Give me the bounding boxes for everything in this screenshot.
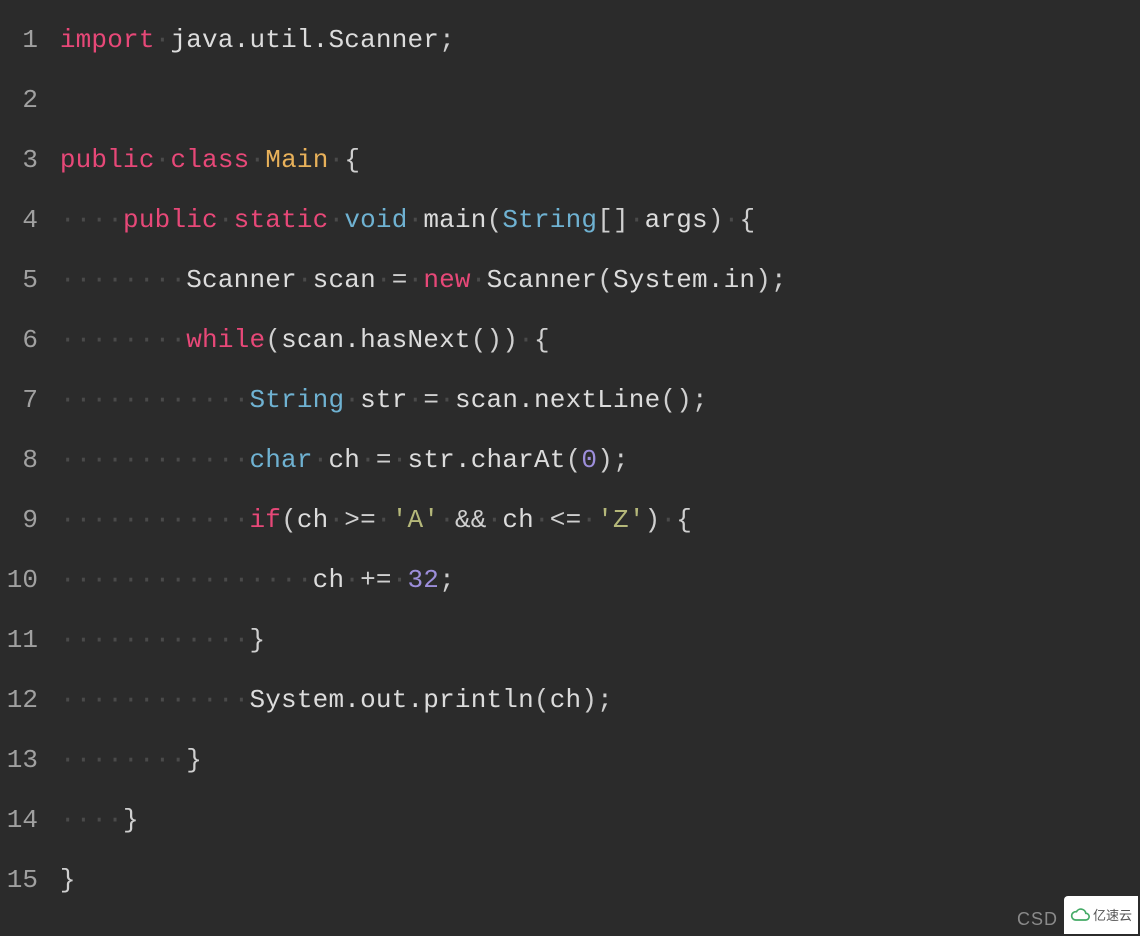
code-content[interactable]: public·class·Main·{ xyxy=(44,147,360,173)
line-number: 7 xyxy=(0,387,44,413)
code-line[interactable]: 7 ············String·str·=·scan.nextLine… xyxy=(0,370,1140,430)
line-number: 15 xyxy=(0,867,44,893)
cloud-icon xyxy=(1070,905,1090,925)
line-number: 14 xyxy=(0,807,44,833)
code-line[interactable]: 2 xyxy=(0,70,1140,130)
line-number: 11 xyxy=(0,627,44,653)
code-line[interactable]: 6 ········while(scan.hasNext())·{ xyxy=(0,310,1140,370)
code-content[interactable]: ············String·str·=·scan.nextLine()… xyxy=(44,387,708,413)
code-content[interactable]: ············} xyxy=(44,627,265,653)
line-number: 5 xyxy=(0,267,44,293)
code-content[interactable]: } xyxy=(44,867,76,893)
code-line[interactable]: 4 ····public·static·void·main(String[]·a… xyxy=(0,190,1140,250)
code-line[interactable]: 5 ········Scanner·scan·=·new·Scanner(Sys… xyxy=(0,250,1140,310)
code-line[interactable]: 3 public·class·Main·{ xyxy=(0,130,1140,190)
line-number: 3 xyxy=(0,147,44,173)
line-number: 9 xyxy=(0,507,44,533)
code-line[interactable]: 1 import·java.util.Scanner; xyxy=(0,10,1140,70)
line-number: 12 xyxy=(0,687,44,713)
code-line[interactable]: 10 ················ch·+=·32; xyxy=(0,550,1140,610)
watermark-logo: 亿速云 xyxy=(1064,896,1138,934)
code-line[interactable]: 15 } xyxy=(0,850,1140,910)
watermark-csd: CSD xyxy=(1017,910,1058,928)
code-content[interactable]: ····public·static·void·main(String[]·arg… xyxy=(44,207,755,233)
code-line[interactable]: 8 ············char·ch·=·str.charAt(0); xyxy=(0,430,1140,490)
code-content[interactable]: ················ch·+=·32; xyxy=(44,567,455,593)
code-editor[interactable]: 1 import·java.util.Scanner; 2 3 public·c… xyxy=(0,0,1140,910)
code-line[interactable]: 14 ····} xyxy=(0,790,1140,850)
code-content[interactable]: import·java.util.Scanner; xyxy=(44,27,455,53)
code-content[interactable]: ········while(scan.hasNext())·{ xyxy=(44,327,550,353)
line-number: 1 xyxy=(0,27,44,53)
code-content[interactable]: ············if(ch·>=·'A'·&&·ch·<=·'Z')·{ xyxy=(44,507,692,533)
code-content[interactable]: ········} xyxy=(44,747,202,773)
code-line[interactable]: 9 ············if(ch·>=·'A'·&&·ch·<=·'Z')… xyxy=(0,490,1140,550)
code-line[interactable]: 12 ············System.out.println(ch); xyxy=(0,670,1140,730)
line-number: 8 xyxy=(0,447,44,473)
line-number: 13 xyxy=(0,747,44,773)
code-line[interactable]: 11 ············} xyxy=(0,610,1140,670)
line-number: 2 xyxy=(0,87,44,113)
watermark-text: 亿速云 xyxy=(1093,909,1132,922)
line-number: 10 xyxy=(0,567,44,593)
code-line[interactable]: 13 ········} xyxy=(0,730,1140,790)
code-content[interactable]: ············System.out.println(ch); xyxy=(44,687,613,713)
code-content[interactable]: ········Scanner·scan·=·new·Scanner(Syste… xyxy=(44,267,787,293)
line-number: 6 xyxy=(0,327,44,353)
line-number: 4 xyxy=(0,207,44,233)
code-content[interactable]: ············char·ch·=·str.charAt(0); xyxy=(44,447,629,473)
code-content[interactable]: ····} xyxy=(44,807,139,833)
